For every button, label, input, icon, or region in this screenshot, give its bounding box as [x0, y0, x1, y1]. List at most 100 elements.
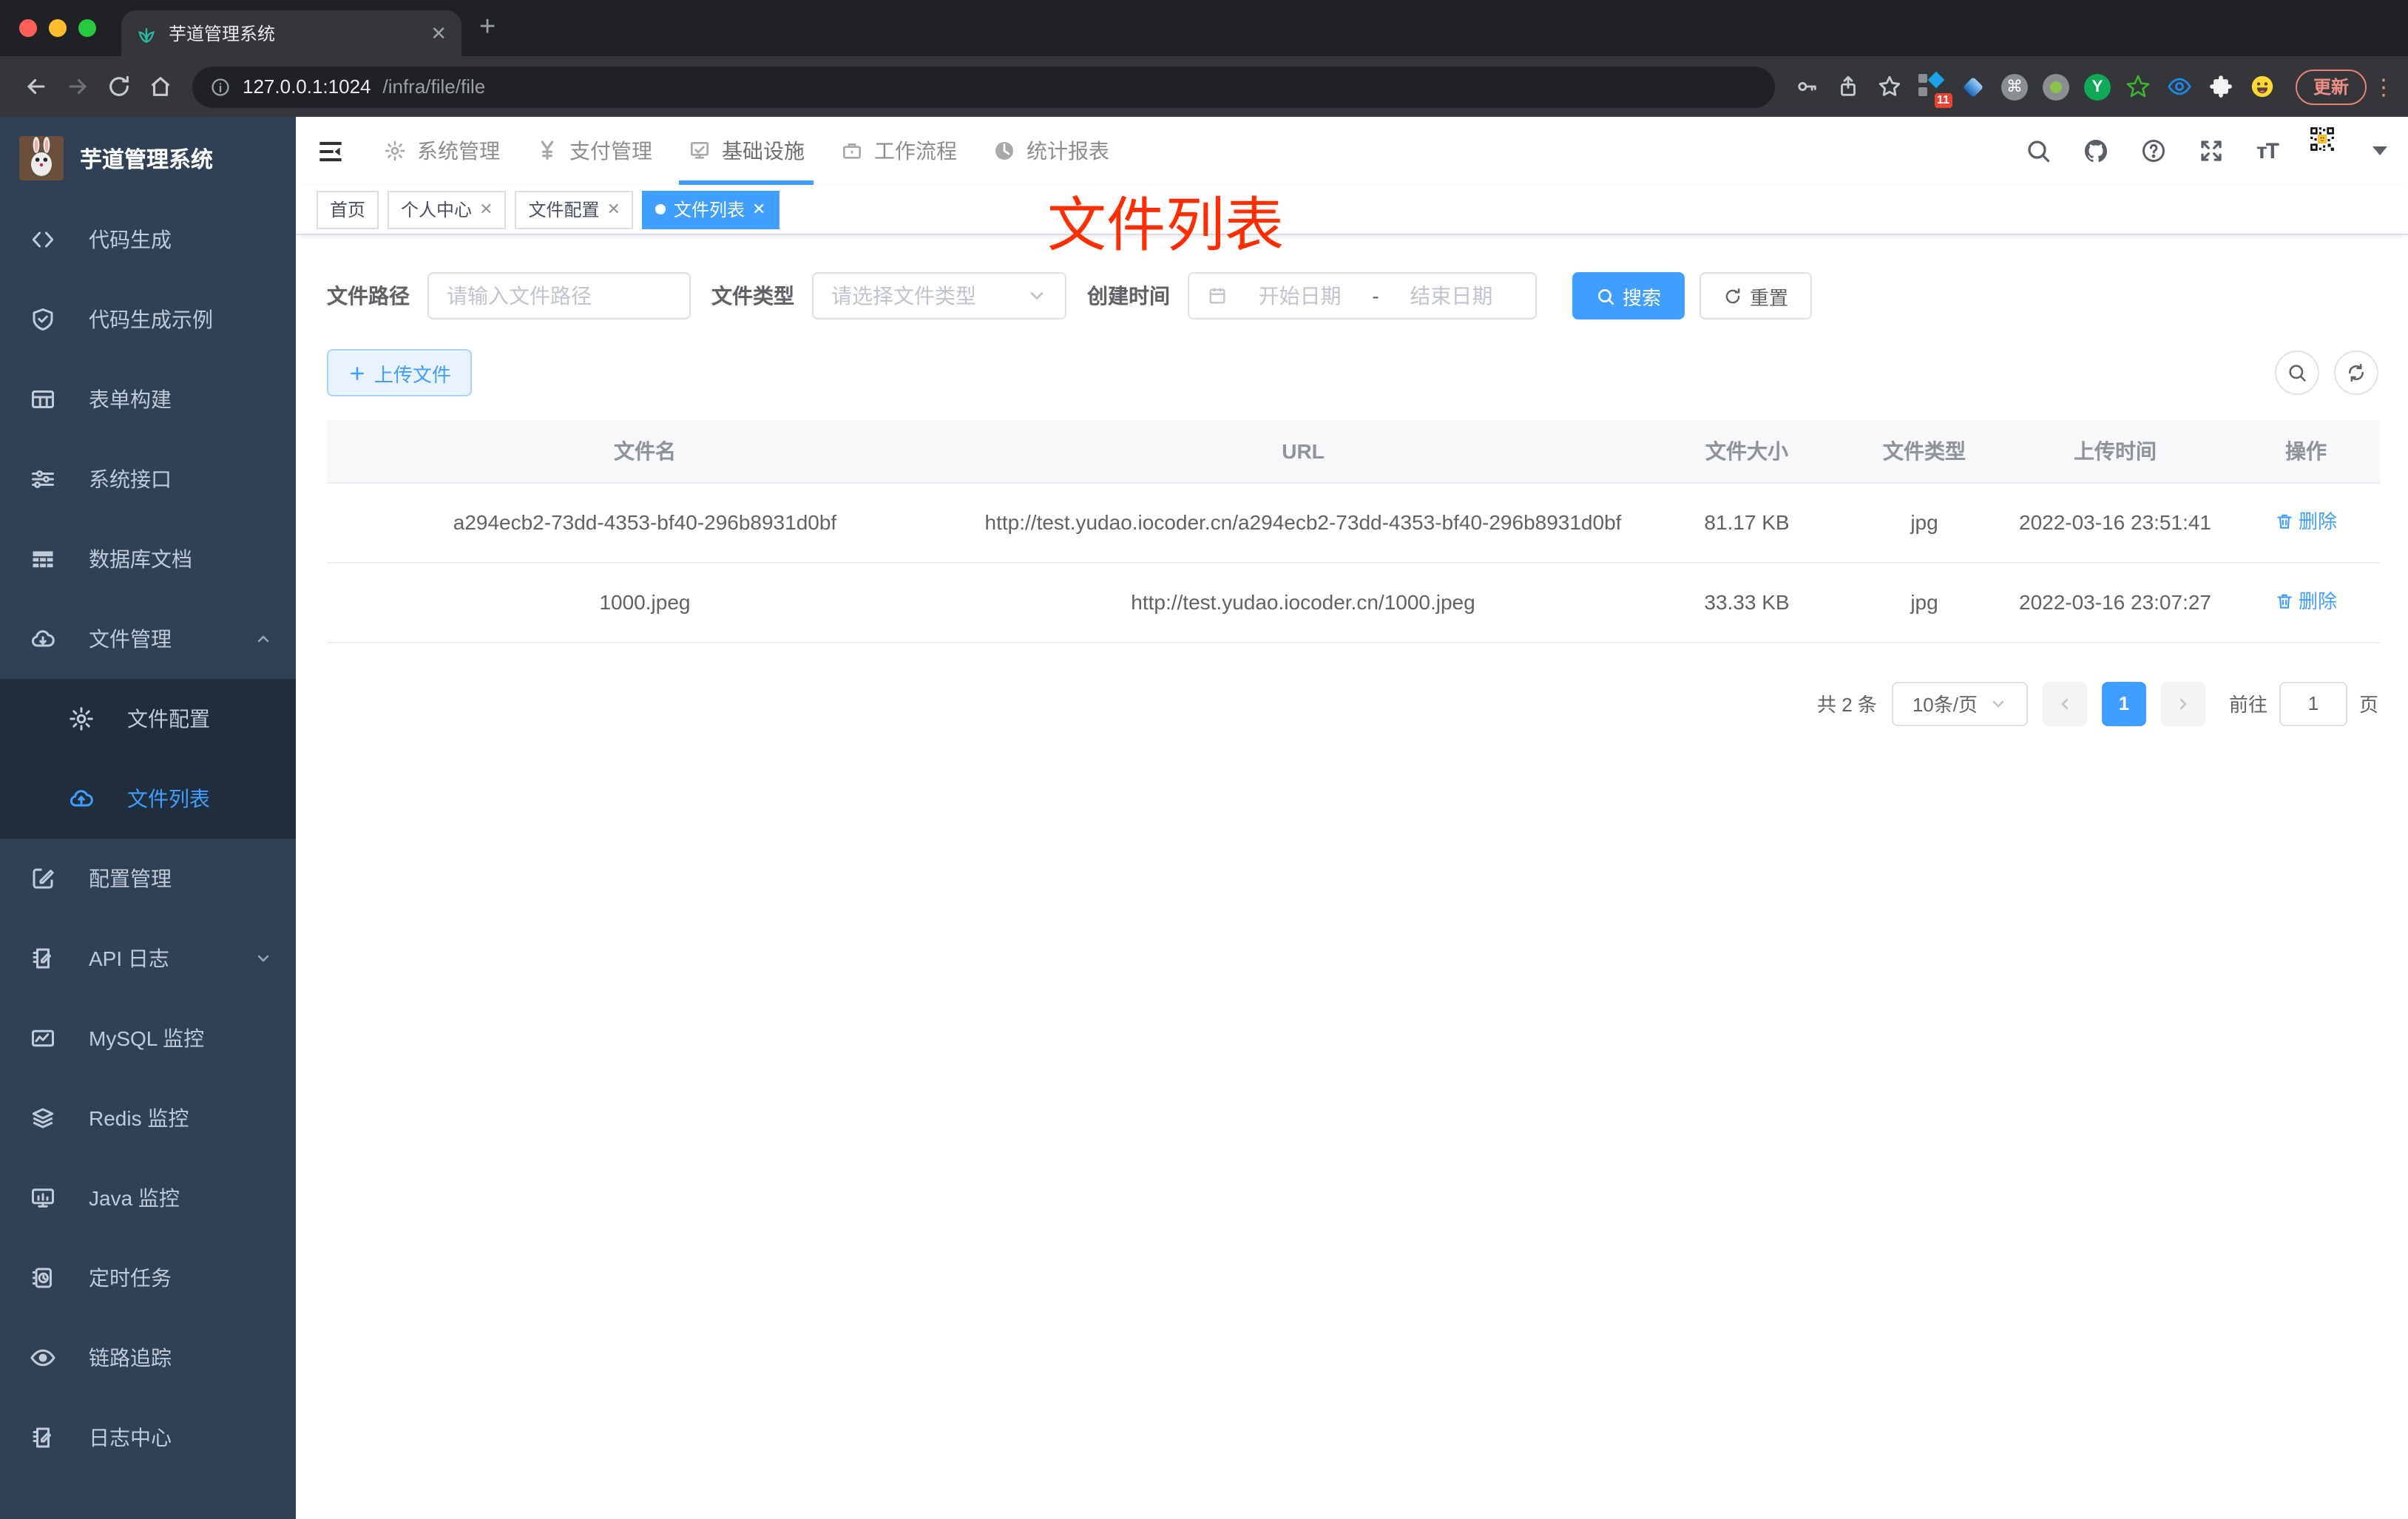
- extension-command-icon[interactable]: ⌘: [1997, 69, 2032, 104]
- top-menu-infrastructure[interactable]: 基础设施: [670, 117, 822, 185]
- tag-home[interactable]: 首页: [317, 190, 379, 229]
- sidebar-logo[interactable]: 芋道管理系统: [0, 117, 296, 200]
- address-bar[interactable]: 127.0.0.1:1024/infra/file/file: [192, 66, 1775, 107]
- chevron-down-icon: [1030, 292, 1044, 300]
- file-type-label: 文件类型: [711, 284, 794, 308]
- extension-tiles-icon[interactable]: 11: [1914, 69, 1952, 107]
- sidebar-item-code-gen[interactable]: 代码生成: [0, 200, 296, 280]
- fullscreen-icon[interactable]: [2199, 138, 2225, 164]
- password-key-icon[interactable]: [1787, 66, 1828, 107]
- top-menu-report[interactable]: 统计报表: [975, 117, 1127, 185]
- sidebar-submenu-file: 文件配置 文件列表: [0, 679, 296, 839]
- forward-button[interactable]: [56, 66, 98, 107]
- table-filled-icon: [33, 551, 53, 568]
- sidebar-item-api-log[interactable]: API 日志: [0, 918, 296, 998]
- sidebar-item-code-gen-demo[interactable]: 代码生成示例: [0, 280, 296, 359]
- tab-close-icon[interactable]: ✕: [430, 24, 447, 43]
- sidebar-item-system-api[interactable]: 系统接口: [0, 439, 296, 519]
- search-button[interactable]: 搜索: [1572, 272, 1685, 319]
- chevron-left-icon: [2061, 697, 2069, 709]
- extension-star-icon[interactable]: [2121, 69, 2157, 104]
- chevron-down-icon: [1992, 700, 2004, 707]
- github-icon[interactable]: [2083, 138, 2110, 164]
- tag-profile[interactable]: 个人中心 ✕: [388, 190, 507, 229]
- browser-update-button[interactable]: 更新: [2295, 69, 2367, 104]
- new-tab-button[interactable]: +: [479, 13, 496, 44]
- extension-eye-icon[interactable]: [2162, 69, 2198, 104]
- back-button[interactable]: [15, 66, 56, 107]
- table-row[interactable]: a294ecb2-73dd-4353-bf40-296b8931d0bf htt…: [327, 482, 2380, 563]
- user-avatar-qr[interactable]: [2309, 126, 2359, 176]
- prev-page-button[interactable]: [2042, 681, 2087, 725]
- help-icon[interactable]: [2141, 138, 2168, 164]
- delete-button[interactable]: 删除: [2275, 504, 2337, 538]
- tag-close-icon[interactable]: ✕: [479, 200, 493, 219]
- next-page-button[interactable]: [2160, 681, 2205, 725]
- navbar-right: тT: [2026, 126, 2408, 176]
- page-size-select[interactable]: 10条/页: [1891, 681, 2028, 725]
- tag-close-icon[interactable]: ✕: [752, 200, 765, 219]
- goto-page-input[interactable]: [2279, 681, 2347, 725]
- tag-file-config[interactable]: 文件配置 ✕: [515, 190, 634, 229]
- table-header-row: 文件名 URL 文件大小 文件类型 上传时间 操作: [327, 420, 2380, 483]
- gear-icon: [70, 707, 93, 731]
- file-type-select[interactable]: 请选择文件类型: [812, 272, 1066, 319]
- app-window: 芋道管理系统 代码生成 代码生成示例 表单构建 系统接口 数据库文档 文件管理 …: [0, 117, 2408, 1519]
- page-number-current[interactable]: 1: [2101, 681, 2146, 725]
- home-button[interactable]: [139, 66, 180, 107]
- header-search-icon[interactable]: [2026, 138, 2052, 164]
- upload-file-button[interactable]: 上传文件: [327, 349, 473, 396]
- bookmark-star-icon[interactable]: [1870, 66, 1911, 107]
- site-info-icon[interactable]: [210, 76, 231, 97]
- sidebar-item-form-builder[interactable]: 表单构建: [0, 359, 296, 439]
- avatar-caret-icon[interactable]: [2373, 146, 2387, 155]
- delete-button[interactable]: 删除: [2275, 583, 2337, 618]
- tag-file-list[interactable]: 文件列表 ✕: [642, 190, 779, 229]
- browser-tab[interactable]: 芋道管理系统 ✕: [121, 10, 461, 56]
- sidebar-item-scheduled-task[interactable]: 定时任务: [0, 1238, 296, 1318]
- top-menu-system[interactable]: 系统管理: [365, 117, 518, 185]
- close-window-button[interactable]: [19, 19, 37, 37]
- table-row[interactable]: 1000.jpeg http://test.yudao.iocoder.cn/1…: [327, 562, 2380, 643]
- create-time-label: 创建时间: [1087, 284, 1170, 308]
- dashboard-icon: [995, 142, 1013, 160]
- tag-close-icon[interactable]: ✕: [607, 200, 620, 219]
- share-icon[interactable]: [1828, 66, 1870, 107]
- sidebar-collapse-button[interactable]: [296, 137, 365, 165]
- sidebar-item-java-monitor[interactable]: Java 监控: [0, 1158, 296, 1238]
- toggle-search-button[interactable]: [2275, 351, 2319, 395]
- start-date-placeholder: 开始日期: [1258, 284, 1342, 308]
- chevron-up-icon: [257, 635, 269, 643]
- top-menu-payment[interactable]: 支付管理: [518, 117, 670, 185]
- monitor-bars-icon: [32, 1188, 54, 1208]
- edit-square-icon: [33, 868, 54, 889]
- window-controls[interactable]: [19, 19, 96, 37]
- sidebar-item-file-management[interactable]: 文件管理: [0, 599, 296, 679]
- font-size-icon[interactable]: тT: [2256, 138, 2279, 163]
- extension-y-icon[interactable]: Y: [2080, 69, 2115, 104]
- sidebar-item-trace[interactable]: 链路追踪: [0, 1318, 296, 1398]
- profile-avatar-icon[interactable]: [2245, 69, 2281, 104]
- sidebar-item-redis-monitor[interactable]: Redis 监控: [0, 1078, 296, 1158]
- sidebar-item-log-center[interactable]: 日志中心: [0, 1398, 296, 1478]
- top-menu-workflow[interactable]: 工作流程: [822, 117, 975, 185]
- sidebar-item-db-doc[interactable]: 数据库文档: [0, 519, 296, 599]
- zoom-window-button[interactable]: [78, 19, 96, 37]
- date-range-picker[interactable]: 开始日期 - 结束日期: [1188, 272, 1537, 319]
- sidebar-item-mysql-monitor[interactable]: MySQL 监控: [0, 998, 296, 1078]
- col-url: URL: [963, 420, 1643, 483]
- sidebar-item-file-list[interactable]: 文件列表: [0, 759, 296, 839]
- file-path-input[interactable]: [427, 272, 691, 319]
- browser-menu-icon[interactable]: ⋮: [2373, 73, 2395, 100]
- refresh-table-button[interactable]: [2334, 351, 2378, 395]
- minimize-window-button[interactable]: [49, 19, 67, 37]
- pagination: 共 2 条 10条/页 1 前往 页: [327, 681, 2378, 725]
- extension-record-icon[interactable]: [2038, 69, 2074, 104]
- date-separator: -: [1372, 284, 1379, 308]
- reload-button[interactable]: [98, 66, 139, 107]
- sidebar-item-file-config[interactable]: 文件配置: [0, 679, 296, 759]
- extension-kite-icon[interactable]: [1955, 69, 1991, 104]
- sidebar-item-config-management[interactable]: 配置管理: [0, 839, 296, 918]
- reset-button[interactable]: 重置: [1700, 272, 1813, 319]
- extensions-puzzle-icon[interactable]: [2204, 69, 2239, 104]
